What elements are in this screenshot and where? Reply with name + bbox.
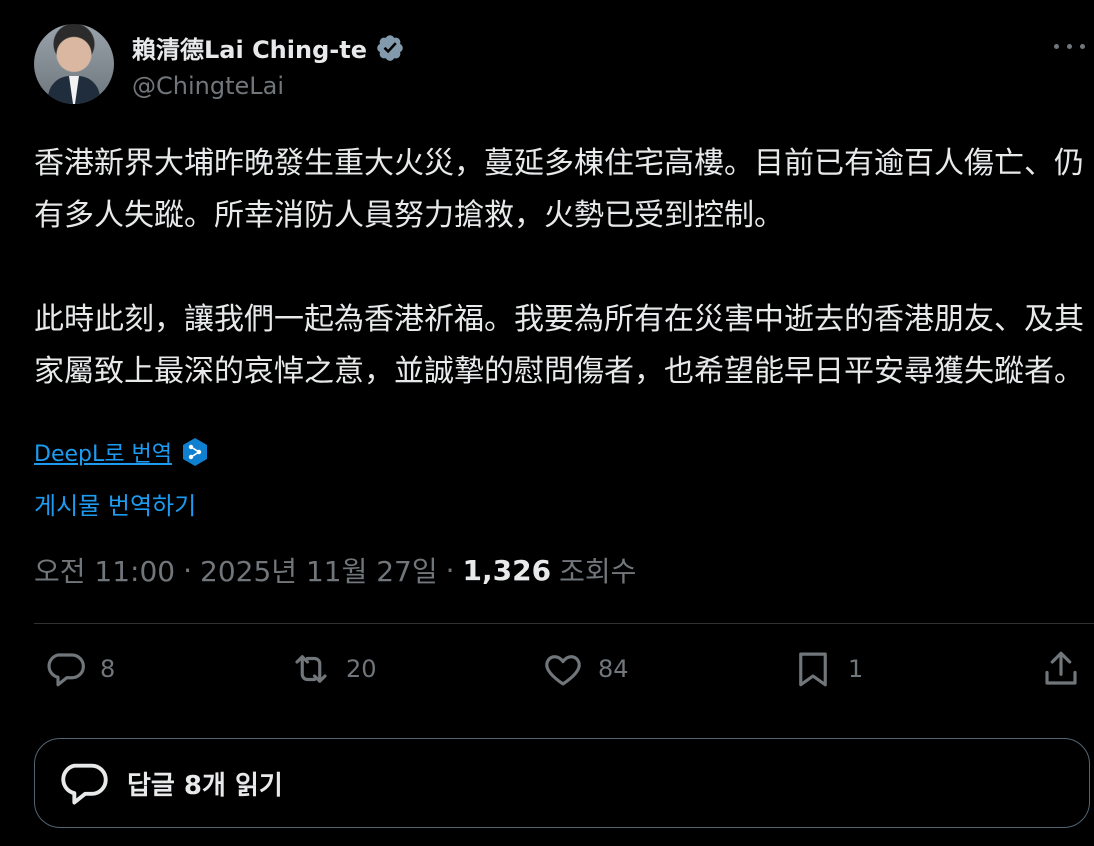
repost-button[interactable]: 20 — [290, 648, 377, 690]
bookmark-count: 1 — [848, 655, 864, 683]
name-row: 賴清德Lai Ching-te — [132, 30, 405, 65]
view-count-label: 조회수 — [559, 555, 637, 588]
deepl-icon[interactable] — [182, 437, 208, 467]
read-replies-label: 답글 8개 읽기 — [127, 770, 283, 801]
post-date[interactable]: 2025년 11월 27일 — [200, 550, 438, 590]
reply-button[interactable]: 8 — [44, 648, 115, 690]
avatar[interactable] — [34, 24, 114, 104]
bookmark-button[interactable]: 1 — [792, 648, 863, 690]
author-handle[interactable]: @ChingteLai — [132, 72, 284, 100]
reply-icon — [47, 653, 85, 687]
reply-count: 8 — [100, 655, 116, 683]
post-text: 香港新界大埔昨晚發生重大火災，蔓延多棟住宅高樓。目前已有逾百人傷亡、仍有多人失蹤… — [34, 146, 1084, 389]
meta-separator: · — [183, 553, 193, 587]
more-icon[interactable] — [1052, 34, 1088, 58]
post-meta: 오전 11:00 · 2025년 11월 27일 · 1,326 조회수 — [34, 550, 636, 590]
bookmark-icon — [799, 652, 827, 687]
action-bar: 8 20 84 1 — [34, 648, 1094, 698]
share-button[interactable] — [1040, 648, 1082, 690]
like-icon — [545, 655, 581, 686]
deepl-translate: DeepL로 번역 — [34, 436, 208, 468]
share-icon — [1045, 651, 1077, 685]
meta-separator: · — [445, 553, 455, 587]
post-header: 賴清德Lai Ching-te @ChingteLai — [34, 24, 1094, 114]
post-time[interactable]: 오전 11:00 — [34, 550, 175, 590]
speech-bubble-icon — [61, 763, 108, 805]
repost-count: 20 — [346, 655, 377, 683]
view-count: 1,326 — [462, 553, 552, 587]
deepl-link[interactable]: DeepL로 번역 — [34, 436, 172, 468]
read-replies-button[interactable]: 답글 8개 읽기 — [34, 738, 1090, 828]
repost-icon — [295, 655, 327, 683]
like-button[interactable]: 84 — [542, 648, 629, 690]
like-count: 84 — [598, 655, 629, 683]
author-name[interactable]: 賴清德Lai Ching-te — [132, 30, 367, 65]
verified-badge-icon[interactable] — [375, 33, 405, 63]
divider — [34, 623, 1094, 624]
translate-post-link[interactable]: 게시물 번역하기 — [34, 486, 196, 521]
